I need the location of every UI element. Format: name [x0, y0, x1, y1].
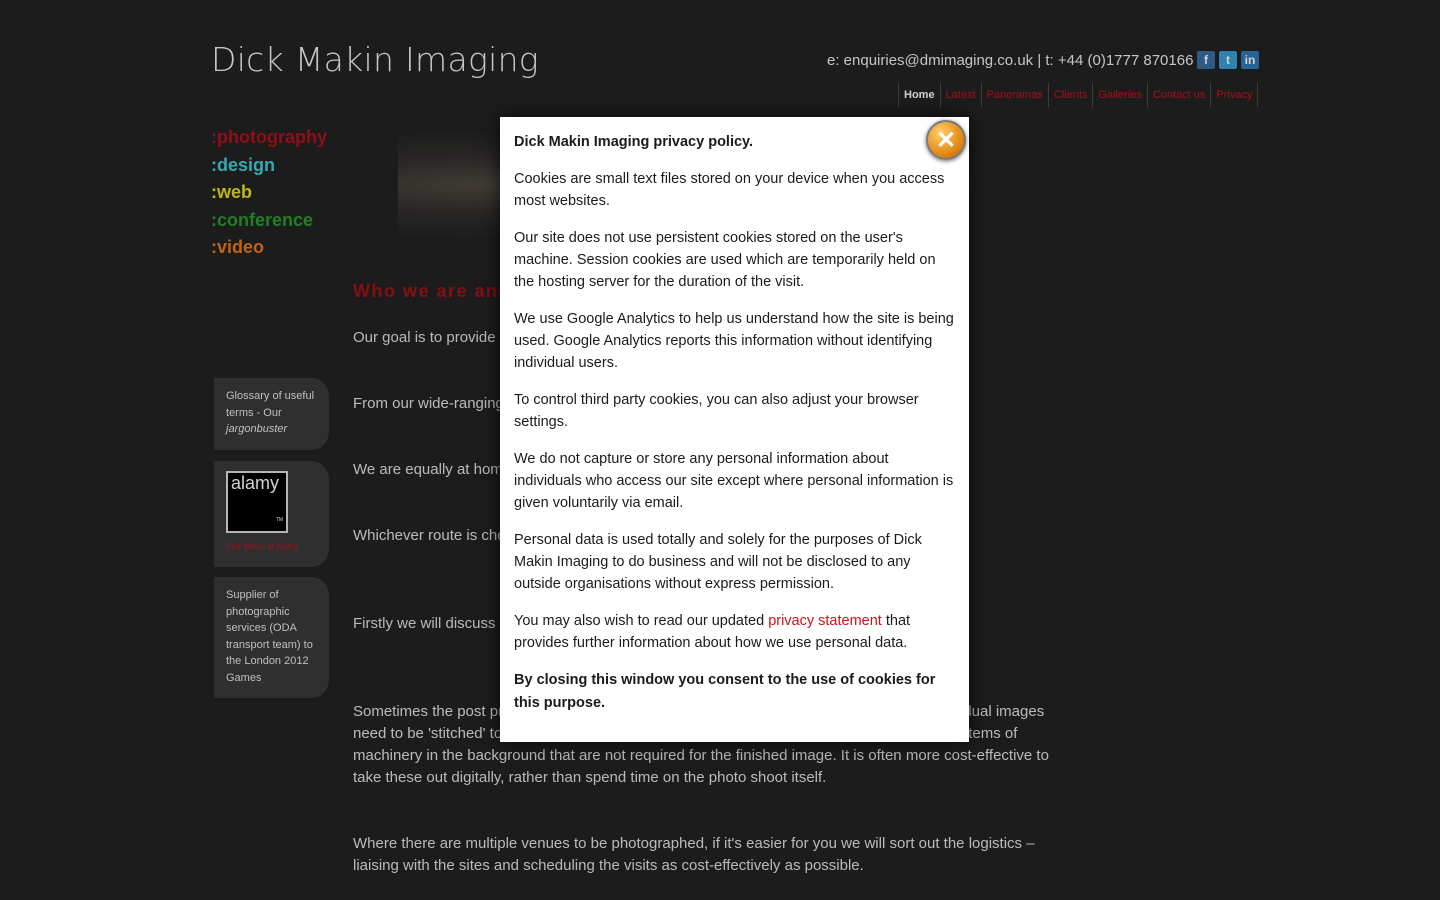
modal-paragraph: To control third party cookies, you can … — [514, 392, 919, 430]
modal-title: Dick Makin Imaging privacy policy. — [514, 134, 754, 150]
modal-paragraph: We use Google Analytics to help us under… — [514, 311, 954, 371]
statement-pre: You may also wish to read our updated — [514, 613, 769, 629]
privacy-modal: Dick Makin Imaging privacy policy. Cooki… — [500, 117, 969, 742]
consent-text: By closing this window you consent to th… — [514, 672, 936, 711]
privacy-statement-paragraph: You may also wish to read our updated pr… — [514, 610, 955, 654]
modal-paragraph: Cookies are small text files stored on y… — [514, 171, 945, 209]
privacy-statement-link[interactable]: privacy statement — [768, 613, 882, 629]
close-icon[interactable]: ✕ — [926, 120, 966, 160]
modal-paragraph: We do not capture or store any personal … — [514, 451, 954, 511]
modal-paragraph: Personal data is used totally and solely… — [514, 532, 922, 592]
modal-paragraph: Our site does not use persistent cookies… — [514, 230, 936, 290]
